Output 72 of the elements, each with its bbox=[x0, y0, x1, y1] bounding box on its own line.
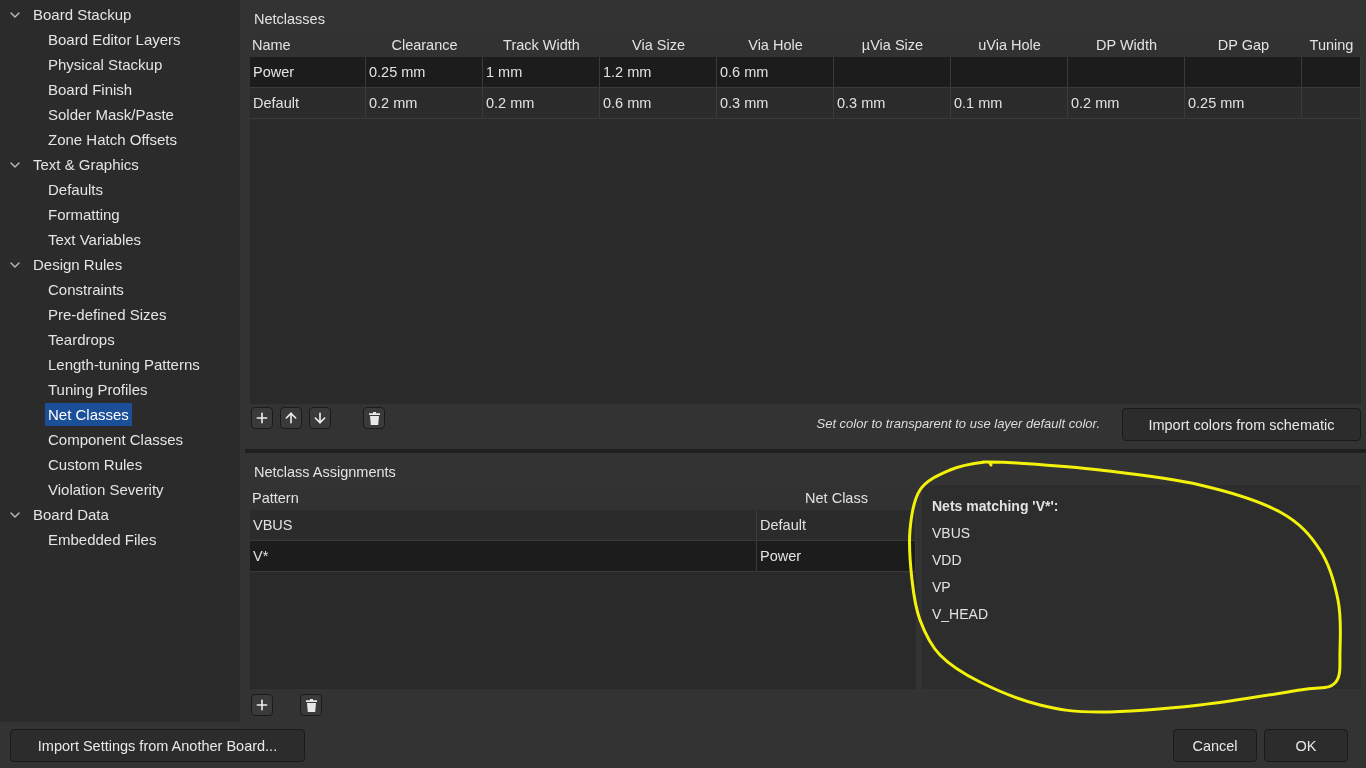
column-header[interactable]: Clearance bbox=[391, 37, 458, 53]
import-colors-button[interactable]: Import colors from schematic bbox=[1122, 408, 1361, 441]
column-header[interactable]: uVia Hole bbox=[978, 37, 1041, 53]
trash-icon bbox=[368, 411, 380, 425]
sidebar-item[interactable]: Board Editor Layers bbox=[45, 28, 184, 51]
net-name: VBUS bbox=[932, 524, 971, 543]
sidebar-item[interactable]: Constraints bbox=[45, 278, 127, 301]
table-cell: 0.6 mm bbox=[600, 88, 717, 119]
table-cell: 0.3 mm bbox=[834, 88, 951, 119]
column-header[interactable]: Pattern bbox=[252, 489, 299, 506]
column-header[interactable]: Via Hole bbox=[748, 37, 803, 53]
plus-icon bbox=[254, 697, 270, 713]
dialog-button[interactable]: Cancel bbox=[1173, 729, 1257, 762]
column-header[interactable]: Track Width bbox=[503, 37, 580, 53]
delete-button[interactable] bbox=[300, 694, 322, 716]
move-up-button[interactable] bbox=[280, 407, 302, 429]
dialog-button[interactable]: OK bbox=[1264, 729, 1348, 762]
sidebar-item[interactable]: Design Rules bbox=[30, 253, 126, 276]
table-row[interactable]: Power 0.25 mm 1 mm 1.2 mm 0.6 mm bbox=[250, 57, 1361, 88]
sidebar-item[interactable]: Teardrops bbox=[45, 328, 118, 351]
sidebar-item[interactable]: Text Variables bbox=[45, 228, 145, 251]
table-cell: 0.1 mm bbox=[951, 88, 1068, 119]
sidebar-item[interactable]: Component Classes bbox=[45, 428, 187, 451]
sidebar-item[interactable]: Custom Rules bbox=[45, 453, 146, 476]
sidebar-item[interactable]: Tuning Profiles bbox=[45, 378, 151, 401]
import-settings-button[interactable]: Import Settings from Another Board... bbox=[10, 729, 305, 762]
add-button[interactable] bbox=[251, 694, 273, 716]
net-name: V_HEAD bbox=[932, 605, 989, 624]
trash-icon bbox=[305, 698, 317, 712]
column-header[interactable]: Tuning bbox=[1309, 37, 1354, 53]
matching-nets-heading: Nets matching 'V*': bbox=[932, 497, 1059, 516]
column-header[interactable]: µVia Size bbox=[861, 37, 924, 53]
table-cell: 0.25 mm bbox=[1185, 88, 1302, 119]
hint-text: Set color to transparent to use layer default color. bbox=[816, 415, 1100, 433]
table-row[interactable]: Default 0.2 mm 0.2 mm 0.6 mm 0.3 mm 0.3 mm 0.1 mm 0.2 mm 0.25 mm bbox=[250, 88, 1361, 119]
column-header[interactable]: Net Class bbox=[805, 489, 868, 506]
table-cell: 0.2 mm bbox=[366, 88, 483, 119]
column-header[interactable]: DP Gap bbox=[1217, 37, 1270, 53]
sidebar-item[interactable]: Zone Hatch Offsets bbox=[45, 128, 180, 151]
net-name: VDD bbox=[932, 551, 962, 570]
sidebar-item[interactable]: Violation Severity bbox=[45, 478, 167, 501]
table-cell: 0.2 mm bbox=[1068, 88, 1185, 119]
sidebar-item[interactable]: Net Classes bbox=[45, 403, 132, 426]
table-cell: V* bbox=[250, 541, 757, 572]
column-header[interactable]: Name bbox=[252, 37, 291, 53]
sidebar-item[interactable]: Board Stackup bbox=[30, 3, 135, 26]
sidebar-item[interactable]: Formatting bbox=[45, 203, 123, 226]
table-cell: Default bbox=[250, 88, 366, 119]
delete-button[interactable] bbox=[363, 407, 385, 429]
sidebar-item[interactable]: Length-tuning Patterns bbox=[45, 353, 203, 376]
table-cell: 0.2 mm bbox=[483, 88, 600, 119]
plus-icon bbox=[254, 410, 270, 426]
section-title: Netclasses bbox=[254, 11, 325, 27]
table-cell: Power bbox=[757, 541, 916, 572]
column-header[interactable]: Via Size bbox=[632, 37, 685, 53]
net-name: VP bbox=[932, 578, 951, 597]
sidebar-item[interactable]: Defaults bbox=[45, 178, 107, 201]
sidebar-item[interactable]: Solder Mask/Paste bbox=[45, 103, 177, 126]
sidebar-item[interactable]: Pre-defined Sizes bbox=[45, 303, 170, 326]
arrow-down-icon bbox=[312, 410, 328, 426]
table-cell: 0.3 mm bbox=[717, 88, 834, 119]
sidebar-item[interactable]: Embedded Files bbox=[45, 528, 160, 551]
sidebar-item[interactable]: Board Data bbox=[30, 503, 112, 526]
sidebar-item[interactable]: Physical Stackup bbox=[45, 53, 166, 76]
table-row[interactable]: V* Power bbox=[250, 541, 916, 572]
section-title: Netclass Assignments bbox=[254, 464, 396, 480]
sidebar-item[interactable]: Text & Graphics bbox=[30, 153, 142, 176]
move-down-button[interactable] bbox=[309, 407, 331, 429]
table-row[interactable]: VBUS Default bbox=[250, 510, 916, 541]
sidebar-item[interactable]: Board Finish bbox=[45, 78, 136, 101]
add-button[interactable] bbox=[251, 407, 273, 429]
column-header[interactable]: DP Width bbox=[1096, 37, 1157, 53]
